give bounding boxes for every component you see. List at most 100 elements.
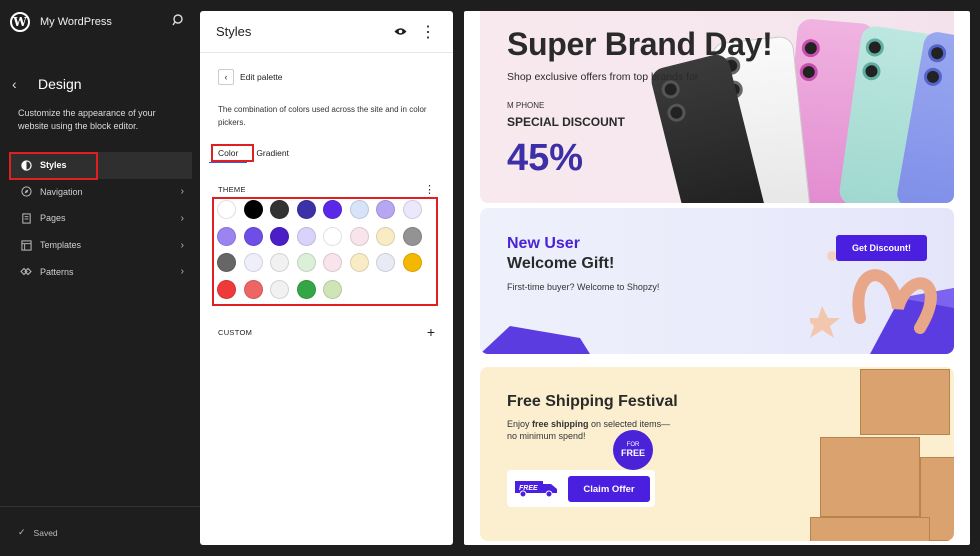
color-swatch[interactable] — [402, 226, 422, 246]
chevron-right-icon: › — [180, 239, 184, 251]
color-swatch[interactable] — [270, 279, 289, 299]
gift-illustration — [810, 251, 954, 354]
nav-item-styles[interactable]: Styles — [10, 152, 192, 179]
color-swatch[interactable] — [376, 226, 395, 246]
custom-section-header: CUSTOM + — [218, 324, 435, 340]
get-discount-button[interactable]: Get Discount! — [836, 235, 927, 261]
back-arrow-icon[interactable]: ‹ — [12, 76, 28, 92]
palette-tabs: Color Gradient — [209, 144, 298, 163]
save-status-label: Saved — [33, 527, 58, 538]
compass-icon — [20, 186, 32, 198]
color-swatch[interactable] — [217, 279, 236, 299]
save-status: ✓ Saved — [18, 527, 58, 538]
styles-panel: Styles ⋮ ‹ Edit palette The combination … — [200, 11, 453, 545]
color-swatch[interactable] — [323, 200, 342, 219]
cardboard-box-image — [820, 437, 920, 517]
tab-gradient[interactable]: Gradient — [247, 144, 298, 163]
custom-label: CUSTOM — [218, 327, 253, 337]
delivery-truck-icon: FREE — [515, 481, 557, 498]
for-free-badge: FOR FREE — [613, 430, 653, 470]
banner-subtitle: Shop exclusive offers from top brands fo… — [507, 71, 699, 83]
new-user-banner: New User Welcome Gift! First-time buyer?… — [480, 208, 954, 354]
nav-item-label: Patterns — [40, 266, 74, 277]
half-circle-icon — [20, 159, 32, 171]
banner-title-line2: Welcome Gift! — [507, 255, 615, 272]
site-preview-canvas[interactable]: Super Brand Day! Shop exclusive offers f… — [464, 11, 970, 545]
panel-header: Styles ⋮ — [200, 11, 453, 53]
truck-label: FREE — [519, 485, 538, 492]
color-swatch[interactable] — [349, 253, 369, 272]
page-icon — [20, 212, 32, 224]
color-swatch[interactable] — [296, 253, 316, 272]
color-swatch[interactable] — [270, 200, 289, 219]
camera-icon — [665, 101, 688, 124]
color-swatch[interactable] — [243, 226, 263, 246]
color-swatch[interactable] — [323, 226, 342, 246]
theme-options-icon[interactable]: ⋮ — [424, 183, 435, 196]
color-swatch[interactable] — [296, 226, 316, 246]
nav-item-templates[interactable]: Templates › — [10, 232, 192, 259]
more-options-icon[interactable]: ⋮ — [419, 23, 437, 41]
site-header: W My WordPress — [10, 10, 190, 34]
discount-percent: 45% — [507, 137, 584, 179]
banner-title: Free Shipping Festival — [507, 393, 678, 410]
color-swatch[interactable] — [270, 253, 289, 272]
theme-section-header: THEME ⋮ — [218, 183, 435, 196]
banner-text-line1: Enjoy free shipping on selected items— — [507, 419, 671, 429]
color-swatch[interactable] — [376, 253, 395, 272]
chevron-right-icon: › — [180, 212, 184, 224]
back-button[interactable]: ‹ — [218, 69, 234, 85]
color-swatch[interactable] — [270, 226, 289, 246]
camera-icon — [861, 61, 882, 82]
special-discount-label: SPECIAL DISCOUNT — [507, 115, 625, 129]
color-swatch[interactable] — [243, 279, 263, 299]
color-swatch[interactable] — [217, 226, 236, 246]
color-swatch[interactable] — [323, 253, 342, 272]
section-description: Customize the appearance of your website… — [18, 108, 156, 131]
chevron-right-icon: › — [180, 186, 184, 198]
camera-icon — [926, 42, 948, 64]
camera-icon — [922, 66, 944, 88]
nav-item-label: Navigation — [40, 186, 83, 197]
cardboard-box-image — [860, 369, 950, 435]
banner-subtitle: First-time buyer? Welcome to Shopzy! — [507, 282, 660, 292]
color-swatch[interactable] — [402, 253, 422, 272]
add-color-icon[interactable]: + — [427, 324, 435, 340]
nav-item-label: Styles — [40, 160, 67, 171]
super-brand-day-banner: Super Brand Day! Shop exclusive offers f… — [480, 11, 954, 203]
edit-palette-title: Edit palette — [240, 72, 283, 82]
color-swatch[interactable] — [296, 279, 316, 299]
cardboard-box-image — [810, 517, 930, 541]
color-swatch[interactable] — [296, 200, 316, 219]
site-title[interactable]: My WordPress — [40, 16, 172, 28]
nav-item-patterns[interactable]: Patterns › — [10, 258, 192, 285]
color-swatch[interactable] — [323, 279, 342, 299]
nav-item-pages[interactable]: Pages › — [10, 205, 192, 232]
color-swatch[interactable] — [402, 200, 422, 219]
free-shipping-banner: Free Shipping Festival Enjoy free shippi… — [480, 367, 954, 541]
color-swatch[interactable] — [217, 200, 236, 219]
color-swatch[interactable] — [349, 200, 369, 219]
eye-icon[interactable] — [391, 23, 409, 41]
wordpress-logo-icon[interactable]: W — [10, 12, 30, 32]
banner-text-line2: no minimum spend! — [507, 431, 586, 441]
nav-item-label: Templates — [40, 240, 82, 251]
color-swatch[interactable] — [349, 226, 369, 246]
search-icon[interactable] — [172, 13, 190, 31]
tab-color[interactable]: Color — [209, 144, 248, 163]
color-swatch[interactable] — [376, 200, 395, 219]
color-swatch[interactable] — [243, 200, 263, 219]
section-title: Design — [38, 76, 82, 92]
color-swatch[interactable] — [243, 253, 263, 272]
claim-offer-button[interactable]: Claim Offer — [568, 476, 650, 502]
design-nav: Styles Navigation › Pages › Templates › — [10, 152, 192, 285]
sidebar-divider — [0, 506, 200, 507]
color-swatch[interactable] — [217, 253, 236, 272]
layout-icon — [20, 239, 32, 251]
edit-palette-header: ‹ Edit palette — [218, 69, 283, 85]
brand-label: M PHONE — [507, 101, 545, 110]
nav-item-navigation[interactable]: Navigation › — [10, 179, 192, 206]
badge-bottom-text: FREE — [620, 448, 645, 458]
check-icon: ✓ — [18, 527, 26, 537]
design-header: ‹ Design — [12, 76, 82, 92]
